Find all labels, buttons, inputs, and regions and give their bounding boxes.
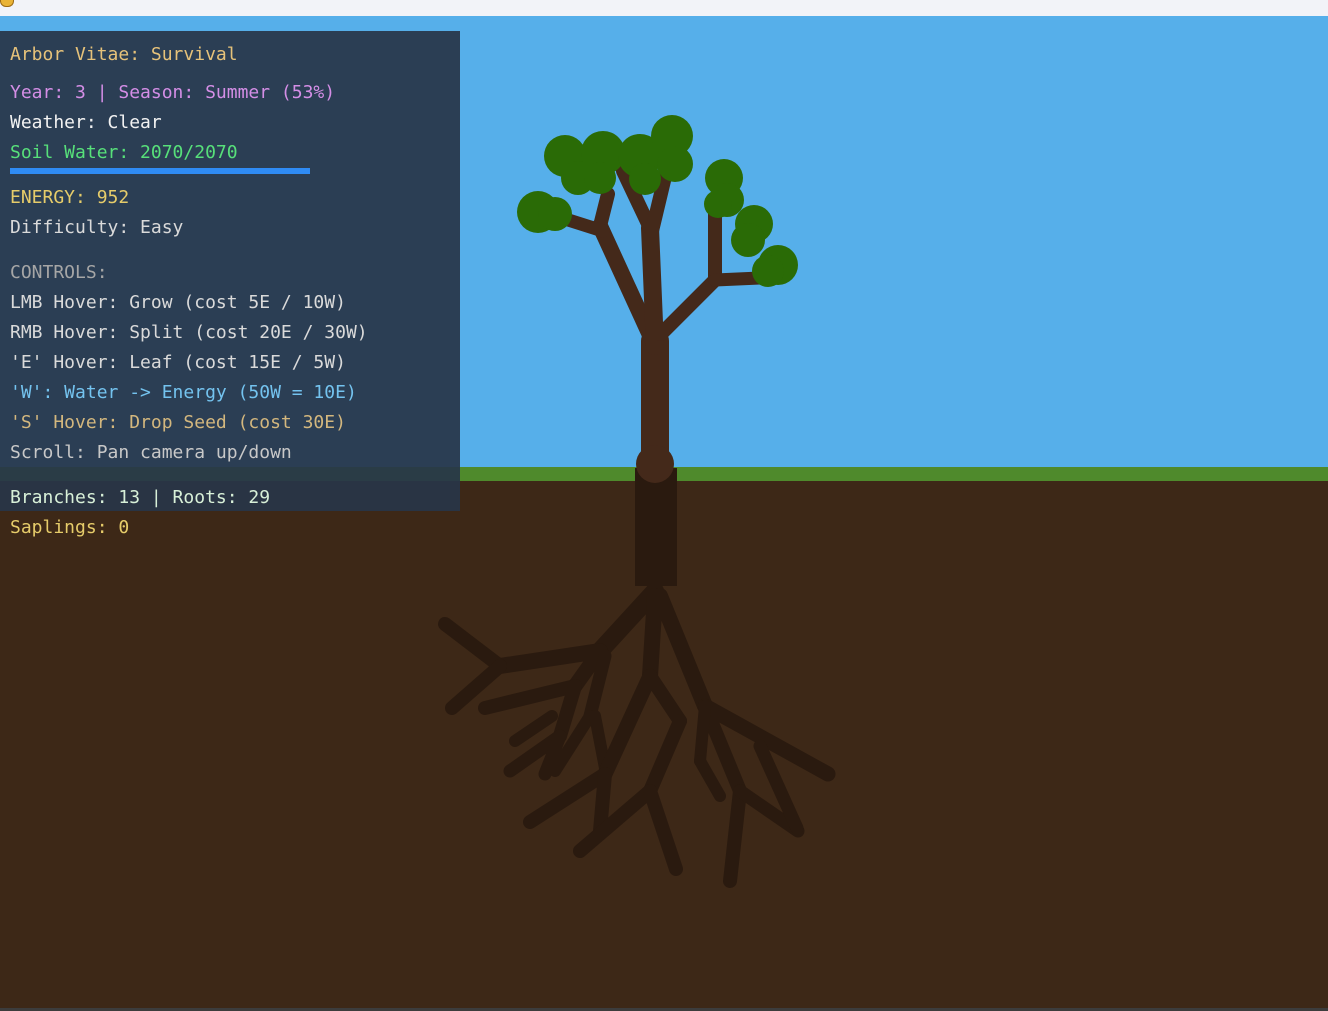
control-scroll: Scroll: Pan camera up/down [10, 442, 292, 463]
soil-water-status: Soil Water: 2070/2070 [10, 142, 238, 163]
control-water-to-energy: 'W': Water -> Energy (50W = 10E) [10, 382, 357, 403]
leaf[interactable] [629, 163, 661, 195]
control-grow: LMB Hover: Grow (cost 5E / 10W) [10, 292, 346, 313]
root-crown[interactable] [635, 468, 677, 586]
leaf[interactable] [731, 223, 765, 257]
control-split: RMB Hover: Split (cost 20E / 30W) [10, 322, 368, 343]
soil-water-bar-fill [10, 168, 310, 174]
branch[interactable] [593, 187, 615, 233]
weather-status: Weather: Clear [10, 112, 162, 133]
app-icon [0, 0, 14, 7]
leaf[interactable] [704, 190, 732, 218]
control-leaf: 'E' Hover: Leaf (cost 15E / 5W) [10, 352, 346, 373]
window-titlebar [0, 0, 1328, 16]
leaf[interactable] [752, 255, 784, 287]
branch[interactable] [641, 219, 664, 355]
controls-header: CONTROLS: [10, 262, 108, 283]
control-drop-seed: 'S' Hover: Drop Seed (cost 30E) [10, 412, 346, 433]
root-segment[interactable] [642, 588, 663, 684]
branches-roots-count: Branches: 13 | Roots: 29 [10, 487, 271, 508]
soil-water-bar [10, 168, 310, 174]
branch[interactable] [708, 271, 767, 287]
leaf[interactable] [538, 197, 572, 231]
root-segment[interactable] [694, 700, 711, 767]
leaf[interactable] [584, 162, 616, 194]
season-status: Year: 3 | Season: Summer (53%) [10, 82, 336, 103]
energy-status: ENERGY: 952 [10, 187, 130, 208]
leaf[interactable] [657, 146, 693, 182]
game-window: Arbor Vitae: Survival Year: 3 | Season: … [0, 0, 1328, 1011]
game-title: Arbor Vitae: Survival [10, 44, 238, 65]
difficulty-status: Difficulty: Easy [10, 217, 184, 238]
root-segment[interactable] [723, 784, 747, 888]
saplings-count: Saplings: 0 [10, 517, 130, 538]
trunk-base[interactable] [636, 445, 674, 483]
